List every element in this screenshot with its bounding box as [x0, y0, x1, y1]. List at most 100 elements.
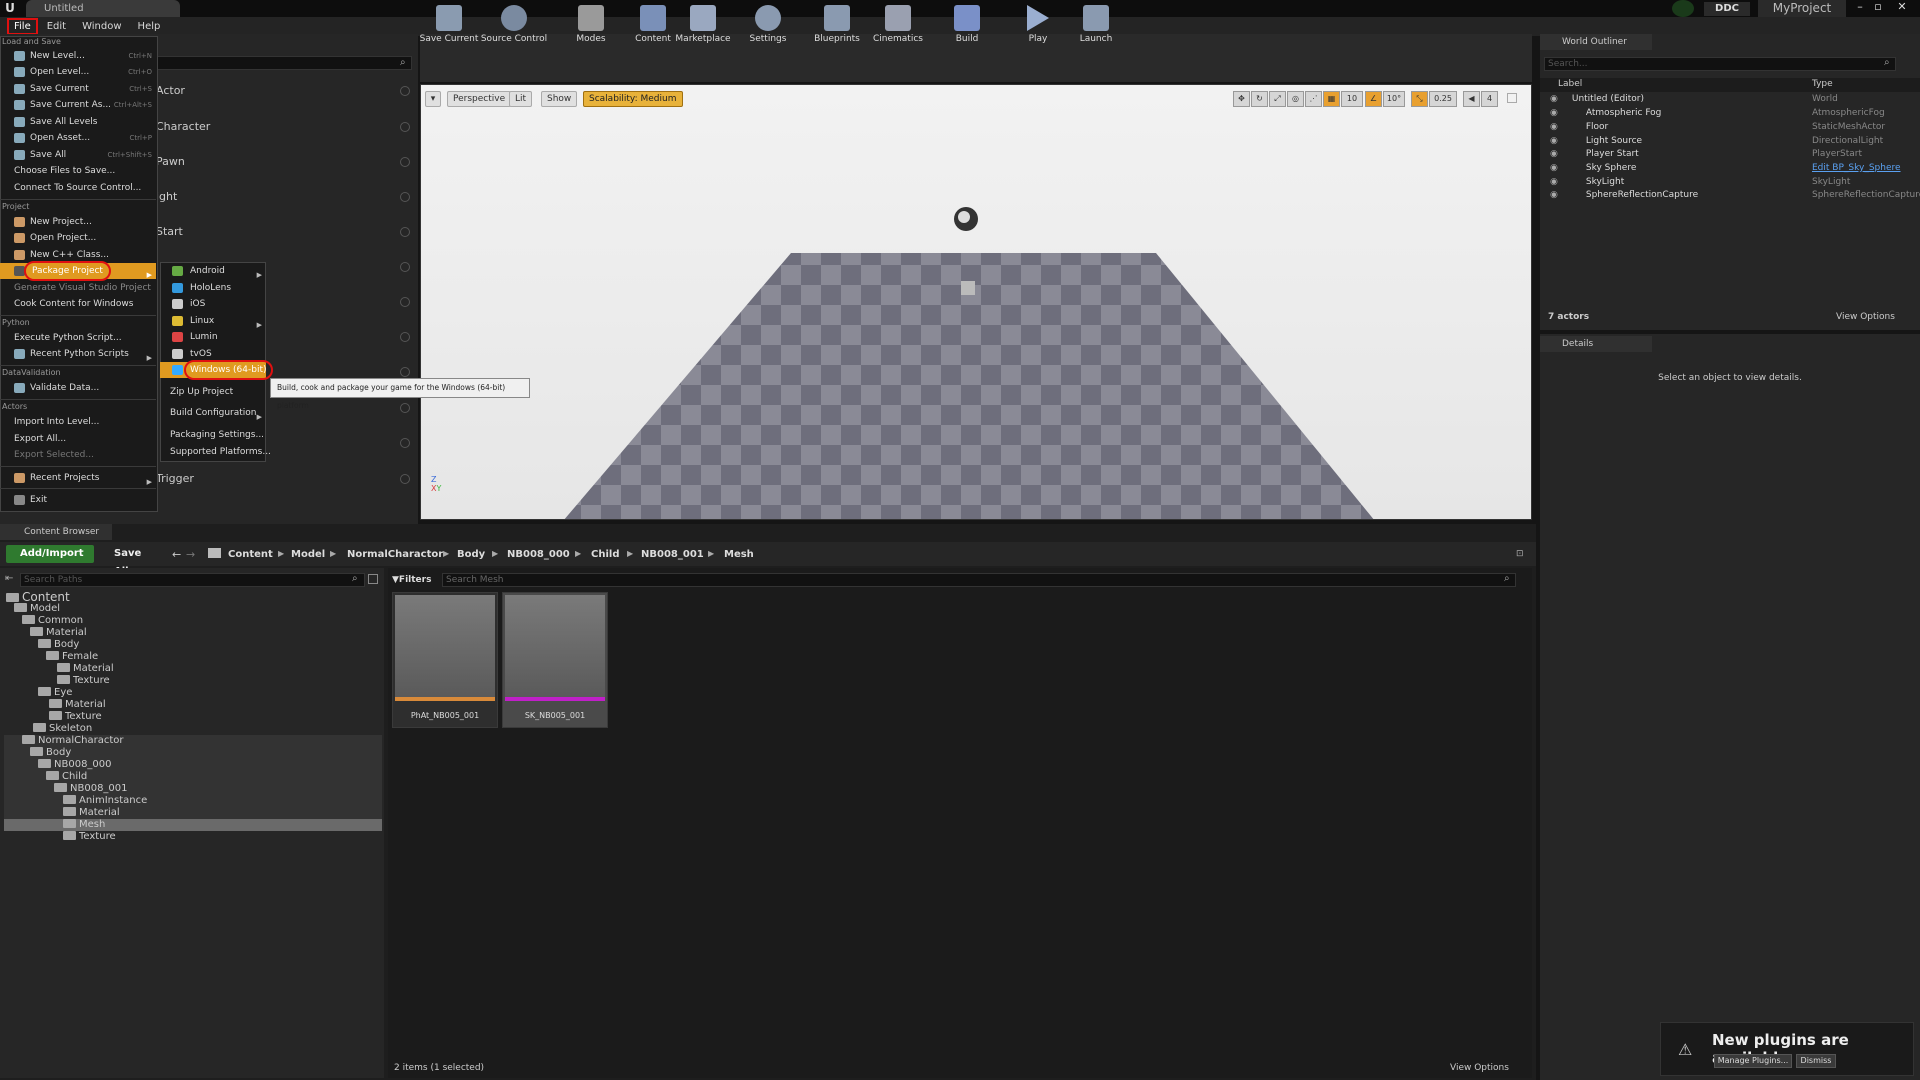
eye-icon[interactable]: ◉	[1550, 122, 1558, 132]
minimize-icon[interactable]: –	[1852, 0, 1868, 14]
tree-item-nb008-000[interactable]: NB008_000	[38, 759, 112, 771]
maximize-viewport-icon[interactable]	[1507, 93, 1517, 103]
breadcrumb-model[interactable]: Model	[291, 549, 325, 560]
save-all-item[interactable]: Save All Ctrl+Shift+S	[0, 147, 156, 163]
save-all-levels-item[interactable]: Save All Levels	[0, 114, 156, 130]
world-outliner-tab[interactable]: World Outliner	[1540, 34, 1652, 50]
marketplace-button[interactable]: Marketplace	[675, 0, 731, 48]
tree-item-model[interactable]: Model	[14, 603, 60, 615]
tree-item-texture[interactable]: Texture	[63, 831, 116, 843]
breadcrumb-separator[interactable]: ▶	[627, 549, 633, 558]
unreal-logo-icon[interactable]: U	[3, 1, 17, 15]
recent-python-item[interactable]: Recent Python Scripts ▶	[0, 346, 156, 362]
export-selected-item[interactable]: Export Selected...	[0, 447, 156, 463]
play-button[interactable]: Play	[1011, 0, 1065, 48]
tree-item-texture[interactable]: Texture	[49, 711, 102, 723]
scalability-warning[interactable]: Scalability: Medium	[583, 91, 683, 107]
path-view-options-icon[interactable]	[368, 574, 378, 584]
breadcrumb-child[interactable]: Child	[591, 549, 619, 560]
outliner-row[interactable]: ◉ Player Start	[1550, 148, 1639, 161]
asset-tile-selected[interactable]: SK_NB005_001	[502, 592, 608, 728]
tree-item-mesh[interactable]: Mesh	[63, 819, 105, 831]
eye-icon[interactable]: ◉	[1550, 177, 1558, 187]
eye-icon[interactable]: ◉	[1550, 190, 1558, 200]
dismiss-button[interactable]: Dismiss	[1796, 1054, 1836, 1068]
place-item-character[interactable]: Character	[150, 112, 418, 142]
place-item-trigger[interactable]: Trigger	[150, 464, 418, 494]
export-all-item[interactable]: Export All...	[0, 431, 156, 447]
breadcrumb-nb008-001[interactable]: NB008_001	[641, 549, 704, 560]
validate-data-item[interactable]: Validate Data...	[0, 380, 156, 396]
manage-plugins-button[interactable]: Manage Plugins...	[1714, 1054, 1792, 1068]
lit-button[interactable]: Lit	[509, 91, 533, 107]
tree-item-material[interactable]: Material	[57, 663, 114, 675]
generate-vs-project-item[interactable]: Generate Visual Studio Project	[0, 280, 156, 296]
toggle-sources-icon[interactable]: ⇤	[5, 573, 13, 584]
scale-snap-value[interactable]: 0.25	[1429, 91, 1457, 107]
rotation-snap-icon[interactable]: ∠	[1365, 91, 1382, 107]
recent-projects-item[interactable]: Recent Projects ▶	[0, 470, 156, 486]
tree-item-animinstance[interactable]: AnimInstance	[63, 795, 147, 807]
packaging-settings-item[interactable]: Packaging Settings...	[160, 427, 266, 443]
eye-icon[interactable]: ◉	[1550, 136, 1558, 146]
eye-icon[interactable]: ◉	[1550, 94, 1558, 104]
build-configuration-item[interactable]: Build Configuration ▶	[160, 405, 266, 421]
launch-button[interactable]: Launch	[1069, 0, 1123, 48]
open-project-item[interactable]: Open Project...	[0, 230, 156, 246]
platform-ios-item[interactable]: iOS	[160, 296, 266, 312]
outliner-col-label[interactable]: Label	[1558, 79, 1582, 89]
outliner-view-options[interactable]: View Options	[1836, 312, 1895, 322]
lock-icon[interactable]: ⊡	[1516, 549, 1524, 559]
supported-platforms-item[interactable]: Supported Platforms...	[160, 444, 271, 460]
place-item-actor[interactable]: Actor	[150, 76, 418, 106]
zip-up-project-item[interactable]: Zip Up Project	[160, 384, 266, 400]
level-tab[interactable]: Untitled	[26, 0, 180, 17]
scale-snap-icon[interactable]: ⤡	[1411, 91, 1428, 107]
rotate-icon[interactable]: ↻	[1251, 91, 1268, 107]
breadcrumb-mesh[interactable]: Mesh	[724, 549, 754, 560]
execute-python-item[interactable]: Execute Python Script...	[0, 330, 156, 346]
platform-windows-item[interactable]: Windows (64-bit)	[160, 360, 273, 380]
level-viewport[interactable]: ▾ Perspective Lit Show Scalability: Medi…	[420, 84, 1532, 520]
details-tab[interactable]: Details	[1540, 336, 1652, 352]
package-project-item[interactable]: Package Project ▶	[0, 261, 156, 281]
tree-item-material[interactable]: Material	[30, 627, 87, 639]
blueprints-button[interactable]: Blueprints	[810, 0, 864, 48]
connect-source-control-item[interactable]: Connect To Source Control...	[0, 180, 156, 196]
outliner-row[interactable]: ◉ SkyLight	[1550, 176, 1624, 189]
tree-item-skeleton[interactable]: Skeleton	[33, 723, 92, 735]
platform-linux-item[interactable]: Linux ▶	[160, 313, 266, 329]
breadcrumb-content[interactable]: Content	[228, 549, 273, 560]
search-paths-input[interactable]: Search Paths	[20, 573, 365, 587]
outliner-row[interactable]: ◉ Atmospheric Fog	[1550, 107, 1661, 120]
outliner-search-input[interactable]: Search...	[1544, 57, 1896, 71]
tree-item-texture[interactable]: Texture	[57, 675, 110, 687]
eye-icon[interactable]: ◉	[1550, 163, 1558, 173]
show-button[interactable]: Show	[541, 91, 578, 107]
edit-blueprint-link[interactable]: Edit BP_Sky_Sphere	[1812, 162, 1901, 175]
settings-button[interactable]: Settings	[741, 0, 795, 48]
breadcrumb-separator[interactable]: ▶	[278, 549, 284, 558]
maximize-icon[interactable]: ▫	[1870, 0, 1886, 14]
import-into-level-item[interactable]: Import Into Level...	[0, 414, 156, 430]
outliner-row[interactable]: ◉ Floor	[1550, 121, 1608, 134]
place-item-player-start[interactable]: Start	[150, 217, 418, 247]
tree-item-material[interactable]: Material	[49, 699, 106, 711]
outliner-row[interactable]: ◉ SphereReflectionCapture	[1550, 189, 1698, 202]
tree-item-material[interactable]: Material	[63, 807, 120, 819]
choose-files-item[interactable]: Choose Files to Save...	[0, 163, 156, 179]
ddc-indicator[interactable]: DDC	[1704, 2, 1750, 16]
open-asset-item[interactable]: Open Asset... Ctrl+P	[0, 130, 156, 146]
source-control-status-icon[interactable]	[1672, 0, 1694, 17]
save-current-as-item[interactable]: Save Current As... Ctrl+Alt+S	[0, 97, 156, 113]
save-all-button[interactable]: Save All	[100, 545, 158, 577]
source-control-button[interactable]: Source Control	[481, 0, 547, 48]
tree-item-common[interactable]: Common	[22, 615, 83, 627]
breadcrumb-separator[interactable]: ▶	[492, 549, 498, 558]
grid-size[interactable]: 10	[1341, 91, 1363, 107]
asset-tile[interactable]: PhAt_NB005_001	[392, 592, 498, 728]
platform-tvos-item[interactable]: tvOS	[160, 346, 266, 362]
eye-icon[interactable]: ◉	[1550, 149, 1558, 159]
new-cpp-class-item[interactable]: New C++ Class...	[0, 247, 156, 263]
outliner-col-type[interactable]: Type	[1812, 79, 1833, 89]
